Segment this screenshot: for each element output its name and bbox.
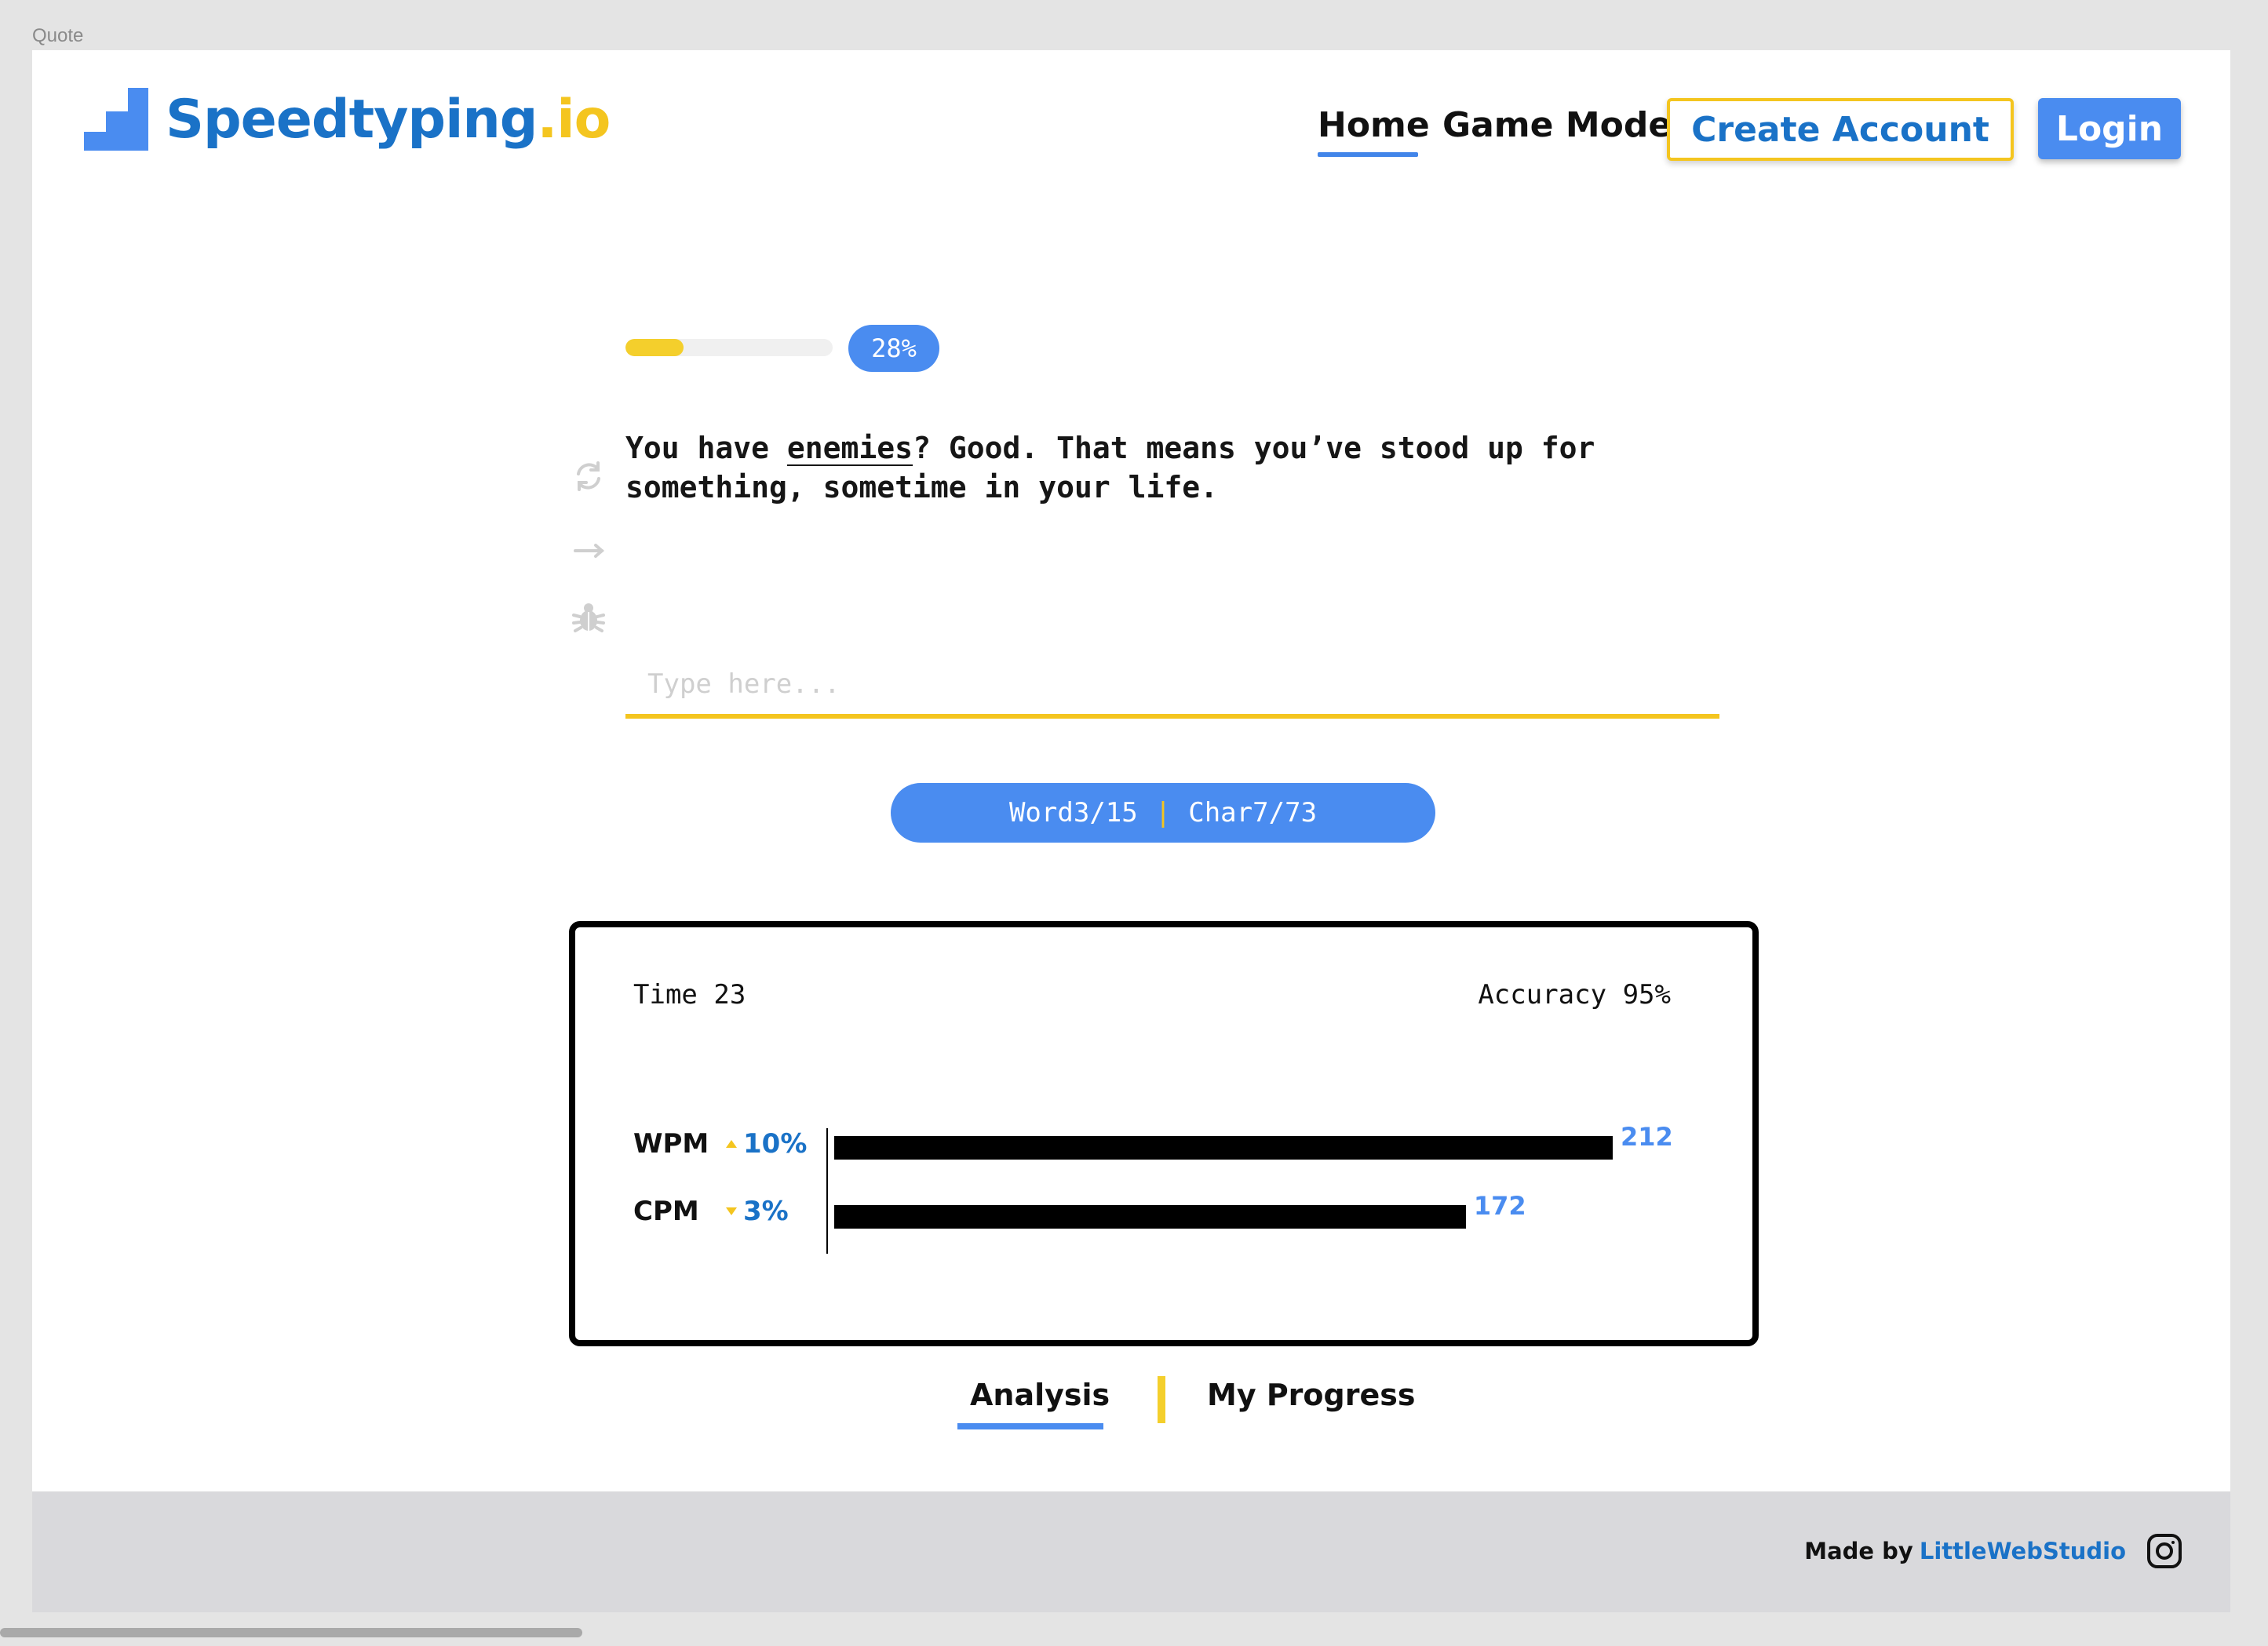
word-total: 15	[1105, 797, 1138, 828]
footer: Made by LittleWebStudio	[32, 1491, 2230, 1612]
progress-bar	[625, 339, 833, 356]
char-label: Char	[1188, 797, 1253, 828]
studio-link[interactable]: LittleWebStudio	[1920, 1538, 2126, 1564]
cpm-delta-value: 3%	[743, 1196, 789, 1227]
time-label: Time	[633, 979, 698, 1011]
accuracy-stat: Accuracy 95%	[1478, 979, 1671, 1011]
word-label: Word	[1008, 797, 1074, 828]
wpm-delta: 10%	[726, 1128, 807, 1160]
tab-analysis[interactable]: Analysis	[970, 1378, 1110, 1412]
instagram-icon[interactable]	[2146, 1532, 2183, 1570]
nav-game-mode[interactable]: Game Mode	[1442, 105, 1672, 145]
bug-icon[interactable]	[571, 599, 607, 635]
time-value: 23	[713, 979, 746, 1011]
wpm-value: 212	[1621, 1122, 1673, 1152]
logo[interactable]: Speedtyping.io	[84, 88, 611, 151]
char-slash: /	[1268, 797, 1285, 828]
cpm-down-arrow-icon	[726, 1207, 737, 1215]
logo-text: Speedtyping.io	[166, 88, 611, 151]
stats-card: Time 23 Accuracy 95% WPM 10% 212 CPM 3% …	[569, 921, 1759, 1346]
time-stat: Time 23	[633, 979, 746, 1011]
frame-label: Quote	[32, 25, 84, 46]
progress-fill	[625, 339, 684, 356]
tab-separator	[1158, 1376, 1165, 1423]
stairs-logo-icon	[84, 88, 148, 151]
char-total: 73	[1285, 797, 1318, 828]
wpm-up-arrow-icon	[726, 1140, 737, 1148]
create-account-button[interactable]: Create Account	[1667, 98, 2014, 161]
counter-separator: |	[1154, 797, 1172, 828]
accuracy-label: Accuracy	[1478, 979, 1607, 1011]
scrollbar-thumb[interactable]	[0, 1628, 582, 1637]
login-button[interactable]: Login	[2038, 98, 2181, 159]
quote-text: You have enemies? Good. That means you’v…	[625, 428, 1661, 507]
refresh-icon[interactable]	[571, 458, 607, 494]
char-current: 7	[1253, 797, 1269, 828]
word-current: 3	[1073, 797, 1090, 828]
wpm-label: WPM	[633, 1128, 709, 1160]
page: Speedtyping.io Home Game Mode Create Acc…	[32, 50, 2230, 1491]
nav-home-underline	[1318, 152, 1418, 157]
wpm-delta-value: 10%	[743, 1128, 808, 1160]
chart-axis	[826, 1128, 828, 1254]
word-slash: /	[1089, 797, 1106, 828]
made-by-label: Made by	[1804, 1538, 1913, 1564]
word-char-counter: Word 3 / 15 | Char 7 / 73	[891, 783, 1435, 843]
cpm-label: CPM	[633, 1196, 699, 1227]
quote-current-word: enemies	[786, 431, 913, 465]
logo-name: Speedtyping	[166, 88, 538, 151]
cpm-value: 172	[1473, 1191, 1526, 1221]
cpm-delta: 3%	[726, 1196, 789, 1227]
tab-analysis-underline	[957, 1423, 1103, 1429]
arrow-right-icon[interactable]	[571, 533, 607, 569]
nav-home[interactable]: Home	[1318, 105, 1430, 145]
made-by: Made by LittleWebStudio	[1804, 1538, 2126, 1564]
wpm-bar	[834, 1136, 1613, 1160]
tab-my-progress[interactable]: My Progress	[1207, 1378, 1415, 1412]
accuracy-value: 95%	[1622, 979, 1671, 1011]
quote-before: You have	[625, 431, 787, 465]
logo-tld: .io	[537, 88, 611, 151]
typing-input[interactable]	[625, 654, 1719, 719]
cpm-bar	[834, 1205, 1466, 1229]
progress-badge: 28%	[848, 325, 939, 372]
